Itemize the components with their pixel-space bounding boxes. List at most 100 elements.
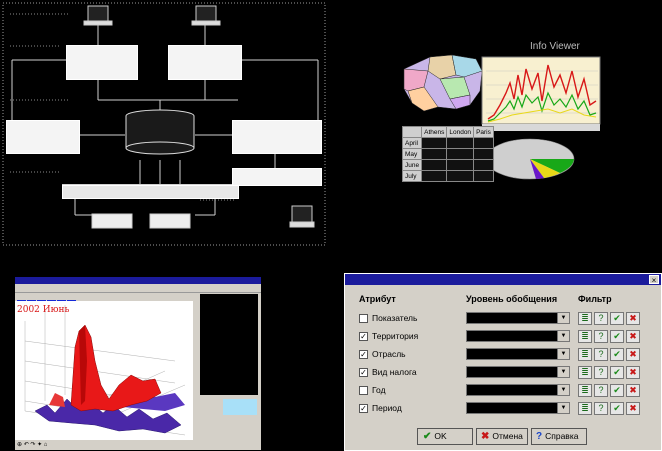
map3d-side-panel[interactable] — [200, 294, 258, 395]
accept-icon[interactable]: ✔ — [610, 366, 624, 379]
table-cell — [446, 137, 475, 149]
map3d-year-label: 2002 Июнь — [17, 305, 70, 315]
legend-swatch — [223, 399, 257, 415]
table-row: May — [401, 148, 494, 160]
column-header-attribute: Атрибут — [359, 294, 396, 304]
column-header: Athens — [421, 126, 448, 138]
attribute-label: Период — [372, 403, 402, 413]
reject-icon[interactable]: ✖ — [626, 384, 640, 397]
help-button[interactable]: ? Справка — [531, 428, 587, 445]
column-header-filter: Фильтр — [578, 294, 612, 304]
row-checkbox[interactable] — [359, 314, 368, 323]
reject-icon[interactable]: ✖ — [626, 348, 640, 361]
filter-list-icon[interactable]: ≣ — [578, 384, 592, 397]
chevron-down-icon[interactable]: ▼ — [557, 313, 569, 323]
help-icon: ? — [536, 431, 543, 442]
table-cell — [473, 148, 494, 160]
map3d-graphic — [24, 305, 186, 436]
filter-help-icon[interactable]: ? — [594, 384, 608, 397]
table-cell — [421, 159, 448, 171]
reject-icon[interactable]: ✖ — [626, 330, 640, 343]
table-row: April — [401, 137, 494, 149]
row-checkbox[interactable]: ✓ — [359, 404, 368, 413]
diagram-box-client-b — [168, 45, 242, 80]
reject-icon[interactable]: ✖ — [626, 312, 640, 325]
help-label: Справка — [545, 431, 579, 441]
region-map — [403, 54, 483, 112]
cross-icon: ✖ — [481, 431, 490, 442]
column-header-level: Уровень обобщения — [466, 294, 558, 304]
chevron-down-icon[interactable]: ▼ — [557, 385, 569, 395]
attribute-label: Отрасль — [372, 349, 406, 359]
filter-list-icon[interactable]: ≣ — [578, 330, 592, 343]
level-select[interactable]: ▼ — [466, 384, 570, 396]
row-checkbox[interactable]: ✓ — [359, 368, 368, 377]
map3d-titlebar — [15, 277, 261, 284]
close-button[interactable]: × — [649, 275, 659, 285]
filter-list-icon[interactable]: ≣ — [578, 348, 592, 361]
table-cell — [446, 148, 475, 160]
cancel-label: Отмена — [492, 431, 523, 441]
attribute-row: ✓ Отрасль ▼ ≣ ? ✔ ✖ — [345, 347, 662, 363]
accept-icon[interactable]: ✔ — [610, 330, 624, 343]
row-header: June — [401, 159, 423, 171]
chevron-down-icon[interactable]: ▼ — [557, 349, 569, 359]
attribute-row: ✓ Территория ▼ ≣ ? ✔ ✖ — [345, 329, 662, 345]
row-checkbox[interactable]: ✓ — [359, 332, 368, 341]
attribute-label: Год — [372, 385, 386, 395]
accept-icon[interactable]: ✔ — [610, 402, 624, 415]
table-cell — [473, 137, 494, 149]
filter-help-icon[interactable]: ? — [594, 402, 608, 415]
level-select[interactable]: ▼ — [466, 330, 570, 342]
map3d-window: 2002 Июнь ⊕ ↶ ↷ ✦ ⌂ — [15, 277, 261, 450]
reject-icon[interactable]: ✖ — [626, 402, 640, 415]
filter-help-icon[interactable]: ? — [594, 312, 608, 325]
diagram-box-client-a — [66, 45, 138, 80]
table-cell — [446, 159, 475, 171]
table-header-row: Athens London Paris — [401, 126, 494, 138]
attribute-row: Показатель ▼ ≣ ? ✔ ✖ — [345, 311, 662, 327]
diagram-box-left-service — [6, 120, 80, 154]
map3d-menubar[interactable] — [15, 285, 261, 293]
accept-icon[interactable]: ✔ — [610, 348, 624, 361]
table-cell — [421, 137, 448, 149]
row-checkbox[interactable]: ✓ — [359, 350, 368, 359]
map3d-legend — [199, 397, 259, 446]
filter-help-icon[interactable]: ? — [594, 330, 608, 343]
table-cell — [473, 170, 494, 182]
accept-icon[interactable]: ✔ — [610, 384, 624, 397]
map3d-statusbar: ⊕ ↶ ↷ ✦ ⌂ — [17, 442, 48, 448]
cancel-button[interactable]: ✖ Отмена — [476, 428, 528, 445]
level-select[interactable]: ▼ — [466, 348, 570, 360]
ok-button[interactable]: ✔ OK — [417, 428, 473, 445]
analytics-collage: Info Viewer Athens London Paris April Ma… — [390, 35, 662, 250]
diagram-box-bus — [62, 185, 239, 199]
map3d-plot[interactable]: 2002 Июнь — [15, 301, 193, 440]
chevron-down-icon[interactable]: ▼ — [557, 367, 569, 377]
accept-icon[interactable]: ✔ — [610, 312, 624, 325]
table-cell — [446, 170, 475, 182]
filter-help-icon[interactable]: ? — [594, 348, 608, 361]
level-select[interactable]: ▼ — [466, 312, 570, 324]
row-header: April — [401, 137, 423, 149]
attribute-label: Показатель — [372, 313, 418, 323]
table-corner — [401, 126, 423, 138]
attribute-row: Год ▼ ≣ ? ✔ ✖ — [345, 383, 662, 399]
level-select[interactable]: ▼ — [466, 366, 570, 378]
attribute-row: ✓ Вид налога ▼ ≣ ? ✔ ✖ — [345, 365, 662, 381]
filter-help-icon[interactable]: ? — [594, 366, 608, 379]
collage-chart-title: Info Viewer — [530, 41, 580, 52]
chevron-down-icon[interactable]: ▼ — [557, 331, 569, 341]
level-select[interactable]: ▼ — [466, 402, 570, 414]
collage-data-table: Athens London Paris April May June July — [401, 126, 494, 182]
reject-icon[interactable]: ✖ — [626, 366, 640, 379]
table-cell — [421, 148, 448, 160]
filter-list-icon[interactable]: ≣ — [578, 312, 592, 325]
check-icon: ✔ — [423, 431, 432, 442]
row-checkbox[interactable] — [359, 386, 368, 395]
chevron-down-icon[interactable]: ▼ — [557, 403, 569, 413]
filter-list-icon[interactable]: ≣ — [578, 366, 592, 379]
table-row: July — [401, 170, 494, 182]
filter-list-icon[interactable]: ≣ — [578, 402, 592, 415]
table-cell — [473, 159, 494, 171]
